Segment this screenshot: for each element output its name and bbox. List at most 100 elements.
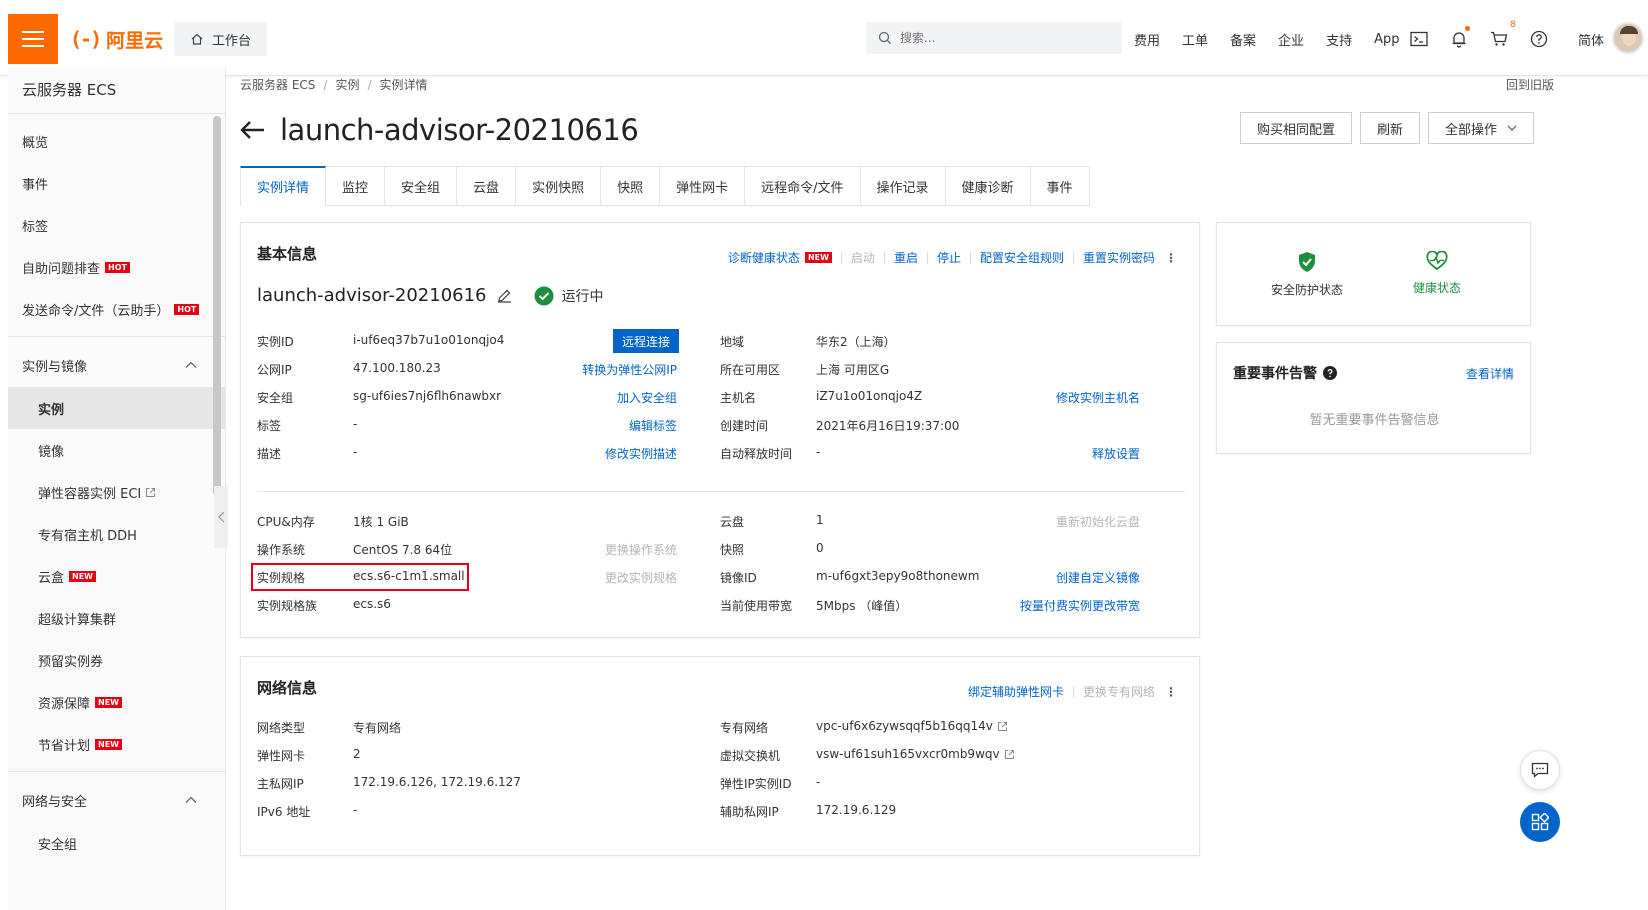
- sidebar-item-overview[interactable]: 概览: [8, 120, 225, 162]
- remote-connect-button[interactable]: 远程连接: [613, 329, 680, 353]
- sidebar-scrollbar[interactable]: [213, 116, 221, 496]
- sidebar-group-network-security[interactable]: 网络与安全: [8, 778, 225, 822]
- more-icon[interactable]: ⋮: [1165, 685, 1177, 699]
- sidebar-item-cloud-assistant[interactable]: 发送命令/文件（云助手） HOT: [8, 288, 225, 330]
- sidebar-collapse-button[interactable]: [214, 486, 228, 548]
- breadcrumb-ecs[interactable]: 云服务器 ECS: [240, 76, 315, 93]
- reset-password-link[interactable]: 重置实例密码: [1083, 249, 1155, 266]
- quick-access-button[interactable]: [1520, 802, 1560, 842]
- avatar[interactable]: [1612, 22, 1644, 54]
- back-arrow-icon[interactable]: [240, 120, 266, 140]
- edit-tags-link[interactable]: 编辑标签: [629, 417, 677, 434]
- tab-events[interactable]: 事件: [1030, 166, 1090, 206]
- help-icon: [1530, 30, 1548, 48]
- sidebar-item-troubleshoot[interactable]: 自助问题排查 HOT: [8, 246, 225, 288]
- config-security-rules-link[interactable]: 配置安全组规则: [980, 249, 1064, 266]
- label-region: 地域: [720, 335, 745, 349]
- top-bar: (-) 阿里云 工作台 费用 工单 备案 企业 支持 App 8 简体: [0, 0, 1648, 76]
- top-link-icp[interactable]: 备案: [1230, 30, 1256, 49]
- workbench-button[interactable]: 工作台: [174, 22, 268, 56]
- create-custom-image-link[interactable]: 创建自定义镜像: [1056, 569, 1140, 586]
- convert-eip-link[interactable]: 转换为弹性公网IP: [582, 361, 677, 378]
- tab-snapshots[interactable]: 快照: [601, 166, 661, 206]
- sidebar-item-resource-assurance[interactable]: 资源保障 NEW: [8, 681, 225, 723]
- health-status[interactable]: 健康状态: [1357, 251, 1517, 296]
- value-vswitch[interactable]: vsw-uf61suh165vxcr0mb9wqv: [816, 747, 1015, 761]
- label-eni: 弹性网卡: [257, 749, 306, 763]
- top-link-support[interactable]: 支持: [1326, 30, 1352, 49]
- sidebar-item-eci[interactable]: 弹性容器实例 ECI: [8, 471, 225, 513]
- label-security-group: 安全组: [257, 391, 294, 405]
- stop-link[interactable]: 停止: [937, 249, 961, 266]
- sidebar-item-savings-plan[interactable]: 节省计划 NEW: [8, 723, 225, 765]
- sidebar-item-cloudbox[interactable]: 云盒 NEW: [8, 555, 225, 597]
- page-title: launch-advisor-20210616: [280, 113, 639, 147]
- search-input[interactable]: [900, 31, 1100, 45]
- bind-secondary-eni-link[interactable]: 绑定辅助弹性网卡: [968, 683, 1064, 700]
- brand-logo[interactable]: (-) 阿里云: [70, 26, 163, 52]
- tab-instance-details[interactable]: 实例详情: [240, 166, 327, 206]
- top-link-fees[interactable]: 费用: [1134, 30, 1160, 49]
- sidebar-item-instances[interactable]: 实例: [8, 387, 225, 429]
- diagnose-health-link[interactable]: 诊断健康状态: [728, 249, 800, 266]
- all-operations-dropdown[interactable]: 全部操作: [1427, 112, 1534, 144]
- chevron-left-icon: [217, 511, 224, 523]
- cart-button[interactable]: 8: [1488, 20, 1516, 50]
- change-vpc-link: 更换专有网络: [1082, 685, 1155, 699]
- sidebar-item-reserved-instances[interactable]: 预留实例券: [8, 639, 225, 681]
- value-vpc[interactable]: vpc-uf6x6zywsqqf5b16qq14v: [816, 719, 1008, 733]
- sidebar-item-events[interactable]: 事件: [8, 162, 225, 204]
- top-link-enterprise[interactable]: 企业: [1278, 30, 1304, 49]
- tab-disks[interactable]: 云盘: [457, 166, 517, 206]
- edit-icon[interactable]: [497, 288, 512, 303]
- value-snapshots: 0: [816, 541, 824, 555]
- cloud-shell-button[interactable]: [1408, 28, 1430, 50]
- value-instance-id: i-uf6eq37b7u1o01onqjo4: [353, 333, 505, 347]
- heart-pulse-icon: [1426, 251, 1448, 271]
- top-links: 费用 工单 备案 企业 支持 App: [1134, 22, 1421, 56]
- join-security-group-link[interactable]: 加入安全组: [617, 389, 677, 406]
- sidebar-item-security-groups[interactable]: 安全组: [8, 822, 225, 864]
- edit-hostname-link[interactable]: 修改实例主机名: [1056, 389, 1140, 406]
- value-primary-private-ip: 172.19.6.126, 172.19.6.127: [353, 775, 521, 789]
- menu-icon: [22, 31, 44, 33]
- refresh-button[interactable]: 刷新: [1359, 112, 1420, 144]
- label-tags: 标签: [257, 419, 282, 433]
- sidebar-item-images[interactable]: 镜像: [8, 429, 225, 471]
- tab-security-groups[interactable]: 安全组: [385, 166, 458, 206]
- change-instance-type-link: 更改实例规格: [604, 571, 677, 585]
- back-to-old-version-link[interactable]: 回到旧版: [1506, 76, 1554, 93]
- tab-operation-logs[interactable]: 操作记录: [860, 166, 946, 206]
- edit-description-link[interactable]: 修改实例描述: [605, 445, 677, 462]
- label-primary-private-ip: 主私网IP: [257, 777, 304, 791]
- menu-button[interactable]: [8, 14, 58, 64]
- help-icon[interactable]: [1323, 366, 1337, 380]
- sidebar-item-ddh[interactable]: 专有宿主机 DDH: [8, 513, 225, 555]
- more-icon[interactable]: ⋮: [1165, 251, 1177, 265]
- tab-health-diagnosis[interactable]: 健康诊断: [945, 166, 1031, 206]
- sidebar-title: 云服务器 ECS: [8, 66, 225, 114]
- label-snapshots: 快照: [720, 543, 745, 557]
- tab-eni[interactable]: 弹性网卡: [660, 166, 746, 206]
- help-button[interactable]: [1528, 28, 1550, 50]
- change-bandwidth-link[interactable]: 按量付费实例更改带宽: [1020, 597, 1140, 614]
- bell-icon: [1452, 32, 1466, 48]
- language-switch[interactable]: 简体: [1578, 30, 1604, 49]
- feedback-button[interactable]: [1520, 750, 1560, 790]
- release-settings-link[interactable]: 释放设置: [1092, 445, 1140, 462]
- view-details-link[interactable]: 查看详情: [1466, 365, 1514, 382]
- tab-remote-commands[interactable]: 远程命令/文件: [745, 166, 861, 206]
- tab-monitoring[interactable]: 监控: [326, 166, 386, 206]
- sidebar-group-instances-images[interactable]: 实例与镜像: [8, 343, 225, 387]
- sidebar-item-scc[interactable]: 超级计算集群: [8, 597, 225, 639]
- top-link-tickets[interactable]: 工单: [1182, 30, 1208, 49]
- sidebar-item-tags[interactable]: 标签: [8, 204, 225, 246]
- value-network-type: 专有网络: [353, 721, 402, 735]
- top-link-app[interactable]: App: [1374, 32, 1399, 47]
- breadcrumb-instances[interactable]: 实例: [335, 76, 359, 93]
- search-box[interactable]: [866, 22, 1122, 54]
- buy-same-config-button[interactable]: 购买相同配置: [1239, 112, 1352, 144]
- tab-instance-snapshots[interactable]: 实例快照: [516, 166, 602, 206]
- restart-link[interactable]: 重启: [894, 249, 918, 266]
- notifications-button[interactable]: [1448, 26, 1470, 50]
